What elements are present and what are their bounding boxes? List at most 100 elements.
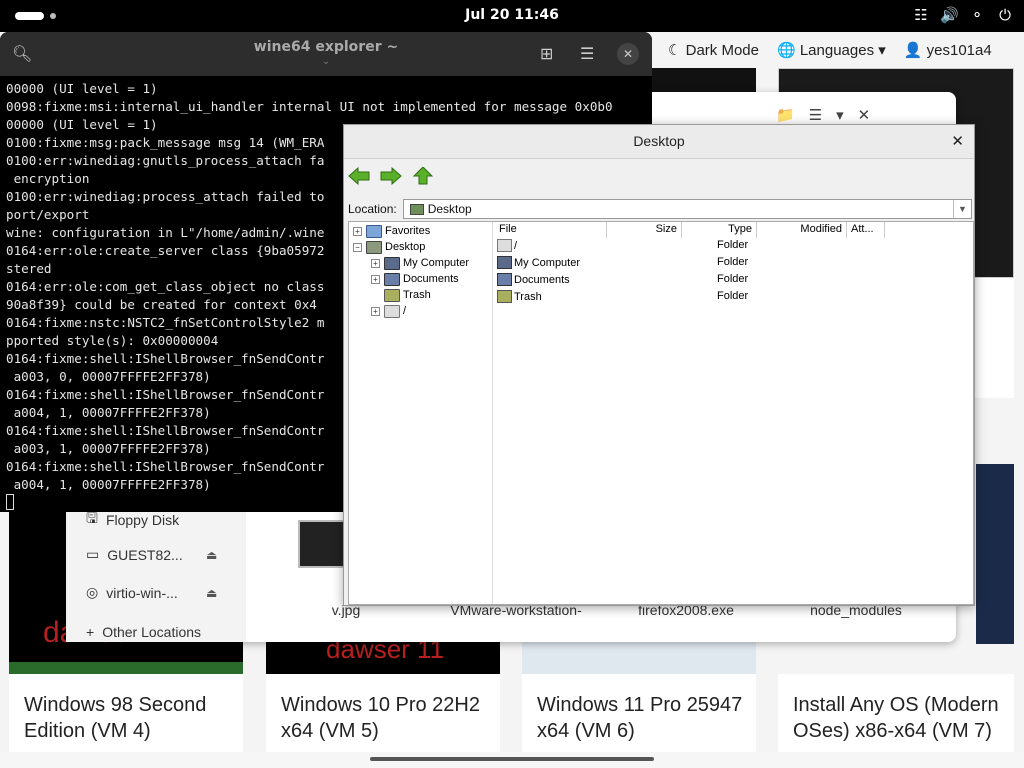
card-title[interactable]: Windows 10 Pro 22H2 x64 (VM 5): [281, 692, 481, 744]
file-name: Documents: [514, 273, 570, 286]
thumbnail[interactable]: dawser 11: [266, 634, 500, 674]
thumbnail[interactable]: [522, 642, 756, 674]
list-item[interactable]: Trash Folder: [495, 290, 973, 307]
back-arrow-icon[interactable]: [348, 167, 370, 185]
list-item[interactable]: / Folder: [495, 239, 973, 256]
file-manager-sidebar: 🖫 Floppy Disk ▭ GUEST82... ⏏ ◎ virtio-wi…: [66, 502, 246, 642]
chevron-down-icon[interactable]: ▾: [836, 106, 844, 124]
expand-icon[interactable]: +: [353, 226, 362, 236]
collapse-icon[interactable]: −: [353, 242, 362, 252]
toolbar: [348, 167, 434, 185]
card-title[interactable]: Install Any OS (Modern OSes) x86-x64 (VM…: [793, 692, 1007, 744]
folder-icon: [366, 224, 382, 238]
documents-icon: [497, 273, 512, 286]
sidebar-item-virtio[interactable]: ◎ virtio-win-... ⏏: [86, 584, 217, 601]
menu-icon[interactable]: ☰: [580, 44, 594, 63]
file-type: Folder: [717, 239, 749, 251]
close-icon[interactable]: ✕: [951, 132, 964, 150]
user-menu[interactable]: 👤 yes101a4: [904, 41, 992, 59]
folder-tree[interactable]: + Favorites − Desktop + My Computer + Do…: [349, 222, 493, 604]
tree-node-label: Favorites: [385, 225, 431, 237]
chevron-down-icon[interactable]: ⌄: [0, 56, 652, 67]
terminal-line: 0098:fixme:msi:internal_ui_handler inter…: [6, 99, 613, 114]
card-title[interactable]: Windows 11 Pro 25947 x64 (VM 6): [537, 692, 747, 744]
tree-node-trash[interactable]: Trash: [384, 287, 431, 303]
wine-explorer-window[interactable]: Desktop ✕ Location: Desktop ▼ + Favorite…: [343, 124, 975, 606]
terminal-line: 00000 (UI level = 1): [6, 81, 158, 96]
trash-icon: [384, 288, 400, 302]
location-value: Desktop: [427, 202, 472, 216]
list-item[interactable]: My Computer Folder: [495, 256, 973, 273]
column-size[interactable]: Size: [607, 222, 682, 238]
new-folder-icon[interactable]: 📁: [776, 106, 795, 124]
expand-icon[interactable]: +: [371, 274, 380, 284]
terminal-cursor: [6, 494, 14, 510]
chevron-down-icon[interactable]: ▼: [953, 200, 971, 218]
computer-icon: [384, 256, 400, 270]
list-header: File Size Type Modified Att...: [495, 222, 973, 238]
file-name: /: [514, 239, 518, 252]
terminal-title: wine64 explorer ~: [253, 39, 399, 55]
column-attributes[interactable]: Att...: [847, 222, 885, 238]
close-icon[interactable]: ✕: [617, 43, 639, 65]
eject-icon[interactable]: ⏏: [206, 586, 217, 600]
tree-node-my-computer[interactable]: + My Computer: [371, 255, 469, 271]
drive-icon: [384, 304, 400, 318]
documents-icon: [384, 272, 400, 286]
network-icon[interactable]: ☷: [912, 6, 930, 24]
file-list[interactable]: File Size Type Modified Att... / Folder …: [495, 222, 973, 604]
tree-node-favorites[interactable]: + Favorites: [353, 223, 430, 239]
bottom-bar: [0, 752, 1024, 768]
tree-node-documents[interactable]: + Documents: [371, 271, 459, 287]
card-title[interactable]: Windows 98 Second Edition (VM 4): [24, 692, 234, 744]
plus-icon: +: [86, 624, 95, 640]
volume-icon[interactable]: 🔊: [940, 6, 959, 24]
sidebar-item-guest[interactable]: ▭ GUEST82... ⏏: [86, 546, 217, 563]
power-icon[interactable]: ⏻: [996, 6, 1014, 24]
webpage-nav: M ☾ Dark Mode 🌐 Languages ▾ 👤 yes101a4: [640, 32, 1024, 68]
location-combo[interactable]: Desktop ▼: [402, 199, 972, 219]
thumbnail[interactable]: [976, 464, 1014, 644]
drive-icon: ▭: [86, 546, 100, 562]
tree-node-root[interactable]: + /: [371, 303, 406, 319]
column-file[interactable]: File: [495, 222, 607, 238]
list-view-icon[interactable]: ☰: [809, 106, 822, 124]
file-type: Folder: [717, 273, 749, 285]
file-name: My Computer: [514, 256, 581, 269]
tree-node-label: My Computer: [403, 257, 470, 269]
expand-icon[interactable]: +: [371, 306, 380, 316]
expand-icon[interactable]: +: [371, 258, 380, 268]
sidebar-item-other-locations[interactable]: + Other Locations: [86, 624, 201, 640]
close-icon[interactable]: ✕: [858, 106, 871, 124]
tree-node-desktop[interactable]: − Desktop: [353, 239, 425, 255]
top-bar: Jul 20 11:46 ☷ 🔊 ⚬ ⏻: [0, 0, 1024, 32]
system-tray[interactable]: ☷ 🔊 ⚬ ⏻: [912, 6, 1014, 24]
file-type: Folder: [717, 256, 749, 268]
tree-node-label: Documents: [403, 273, 459, 285]
accessibility-icon[interactable]: ⚬: [968, 6, 986, 24]
clock[interactable]: Jul 20 11:46: [0, 7, 1024, 23]
up-arrow-icon[interactable]: [412, 167, 434, 185]
home-indicator[interactable]: [370, 757, 654, 761]
dark-mode-toggle[interactable]: ☾ Dark Mode: [668, 41, 759, 59]
explorer-panes: + Favorites − Desktop + My Computer + Do…: [348, 221, 974, 605]
desktop-icon: [409, 203, 424, 215]
location-bar: Location: Desktop ▼: [348, 199, 972, 219]
disc-icon: ◎: [86, 584, 99, 600]
tree-node-label: /: [403, 305, 407, 317]
drive-icon: [497, 239, 512, 252]
trash-icon: [497, 290, 512, 303]
forward-arrow-icon[interactable]: [380, 167, 402, 185]
sidebar-item-label: GUEST82...: [107, 546, 183, 563]
column-modified[interactable]: Modified: [757, 222, 847, 238]
sidebar-item-label: Floppy Disk: [105, 512, 180, 528]
column-type[interactable]: Type: [682, 222, 757, 238]
new-tab-icon[interactable]: ⊞: [540, 44, 553, 63]
tree-node-label: Desktop: [385, 241, 426, 253]
languages-menu[interactable]: 🌐 Languages ▾: [777, 41, 886, 59]
list-item[interactable]: Documents Folder: [495, 273, 973, 290]
window-titlebar[interactable]: Desktop ✕: [344, 125, 974, 159]
location-label: Location:: [348, 202, 397, 216]
eject-icon[interactable]: ⏏: [206, 548, 217, 562]
window-title: Desktop: [633, 133, 685, 149]
